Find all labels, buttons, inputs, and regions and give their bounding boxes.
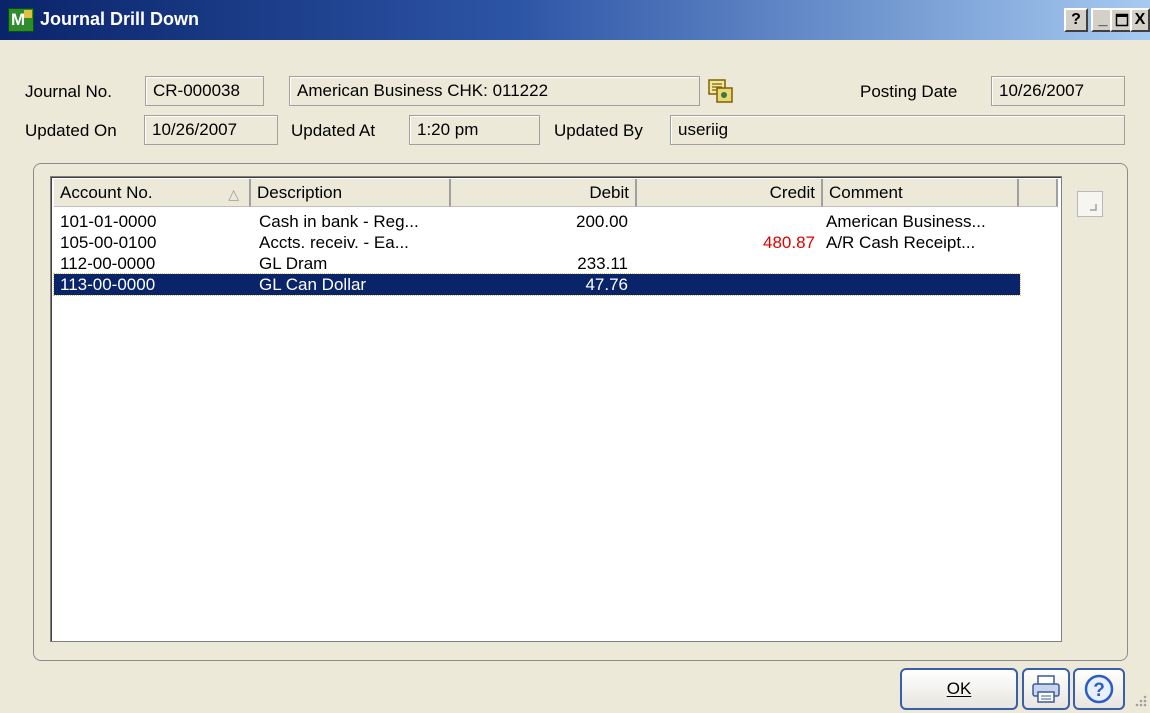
cell-account-no: 113-00-0000: [60, 275, 156, 294]
lookup-icon[interactable]: [706, 77, 734, 105]
cell-comment: A/R Cash Receipt...: [826, 233, 976, 252]
cell-description: GL Dram: [259, 254, 328, 273]
title-bar[interactable]: M Journal Drill Down ? _ X: [0, 0, 1150, 40]
cell-debit: 233.11: [577, 254, 628, 273]
column-header-credit[interactable]: Credit: [637, 179, 823, 207]
cell-debit: 200.00: [576, 212, 628, 231]
journal-no-field[interactable]: CR-000038: [145, 76, 264, 106]
column-header-debit[interactable]: Debit: [451, 179, 637, 207]
table-row[interactable]: 112-00-0000 GL Dram 233.11: [54, 253, 1020, 274]
cell-description: GL Can Dollar: [259, 275, 367, 294]
grid-settings-button[interactable]: [1077, 191, 1103, 217]
column-header-comment[interactable]: Comment: [823, 179, 1019, 207]
help-button[interactable]: ?: [1073, 668, 1125, 710]
updated-on-field[interactable]: 10/26/2007: [144, 115, 278, 145]
cell-comment: [826, 253, 1020, 274]
column-header-account-no[interactable]: Account No. △: [54, 179, 251, 207]
cell-comment: American Business...: [826, 212, 986, 231]
window-title: Journal Drill Down: [40, 9, 200, 29]
column-header-filler: [1019, 179, 1058, 207]
updated-by-field[interactable]: useriig: [670, 115, 1125, 145]
resize-grip-icon[interactable]: [1130, 692, 1148, 710]
updated-at-label: Updated At: [291, 121, 376, 140]
journal-no-label: Journal No.: [25, 82, 112, 101]
cell-description: Accts. receiv. - Ea...: [259, 233, 409, 252]
journal-drill-down-window: M Journal Drill Down ? _ X Journal No. C…: [0, 0, 1150, 712]
cell-account-no: 112-00-0000: [60, 254, 156, 273]
ok-button[interactable]: OK: [900, 668, 1018, 710]
cell-comment: [826, 274, 1020, 295]
journal-description-field[interactable]: American Business CHK: 011222: [289, 76, 700, 106]
cell-credit: [640, 274, 815, 295]
posting-date-field[interactable]: 10/26/2007: [991, 76, 1125, 106]
cell-debit: [454, 232, 628, 253]
print-button[interactable]: [1022, 668, 1070, 710]
table-row[interactable]: 101-01-0000 Cash in bank - Reg... 200.00…: [54, 211, 1020, 232]
cell-credit: [640, 211, 815, 232]
updated-on-label: Updated On: [25, 121, 117, 140]
sort-ascending-icon: △: [228, 186, 239, 202]
updated-at-field[interactable]: 1:20 pm: [409, 115, 540, 145]
printer-icon: [1032, 675, 1060, 703]
close-button[interactable]: X: [1130, 8, 1150, 32]
grid-header: Account No. △ Description Debit Credit C…: [54, 179, 1058, 207]
posting-date-label: Posting Date: [860, 82, 958, 101]
help-title-button[interactable]: ?: [1064, 8, 1088, 32]
help-icon: ?: [1084, 674, 1114, 704]
cell-credit: [640, 253, 815, 274]
updated-by-label: Updated By: [554, 121, 643, 140]
journal-lines-grid[interactable]: Account No. △ Description Debit Credit C…: [50, 176, 1062, 642]
column-header-account-no-label: Account No.: [60, 183, 153, 202]
ok-button-label: OK: [946, 679, 972, 698]
app-icon[interactable]: M: [8, 8, 34, 32]
cell-description: Cash in bank - Reg...: [259, 212, 419, 231]
table-row-selected[interactable]: 113-00-0000 GL Can Dollar 47.76: [53, 273, 1021, 296]
table-row[interactable]: 105-00-0100 Accts. receiv. - Ea... 480.8…: [54, 232, 1020, 253]
cell-credit: 480.87: [763, 233, 815, 252]
cell-debit: 47.76: [585, 275, 628, 294]
cell-account-no: 101-01-0000: [60, 212, 157, 231]
column-header-description[interactable]: Description: [251, 179, 451, 207]
cell-account-no: 105-00-0100: [60, 233, 157, 252]
svg-text:?: ?: [1093, 680, 1105, 701]
